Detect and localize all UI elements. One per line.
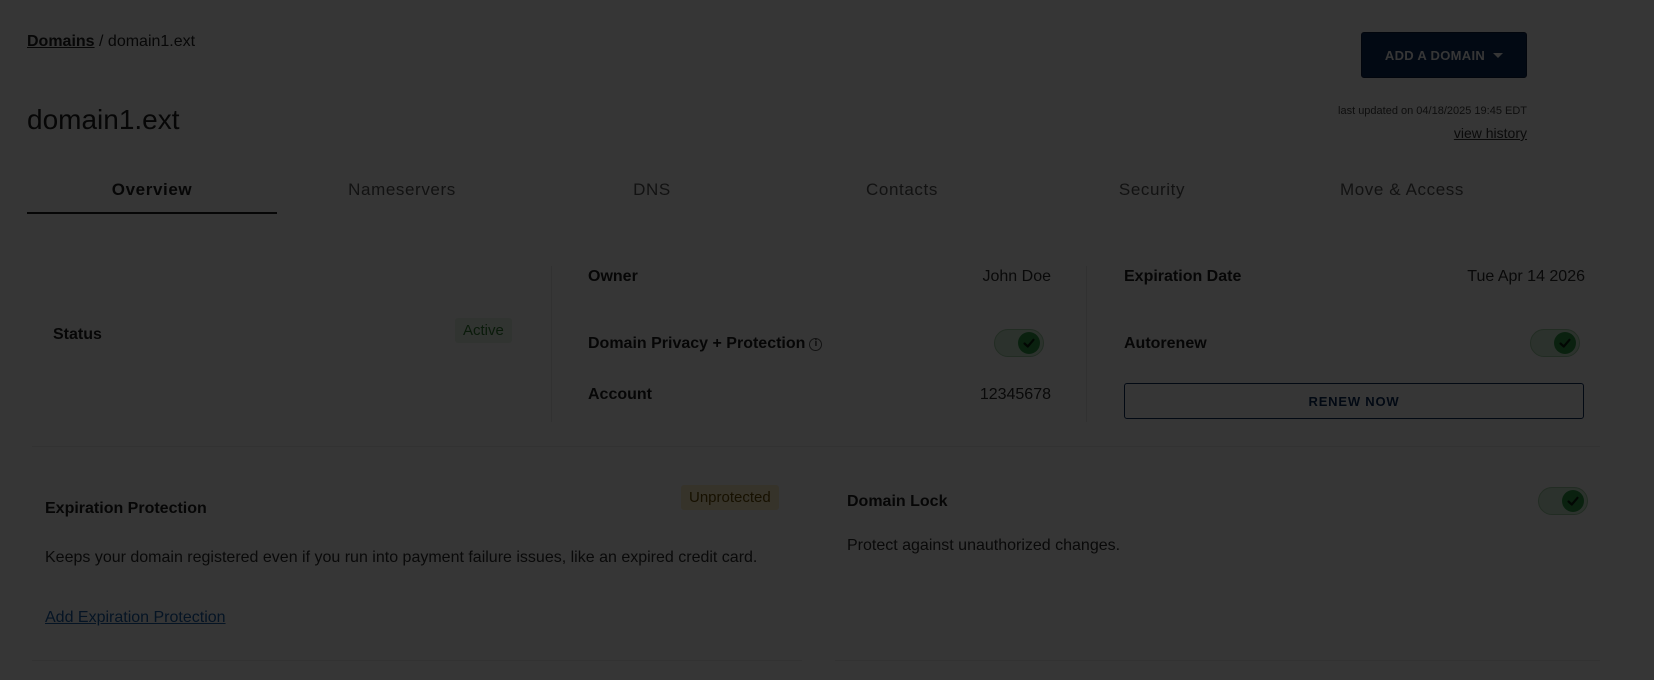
account-label: Account <box>588 386 652 403</box>
domain-overview-page: Domains / domain1.ext domain1.ext ADD A … <box>0 0 1654 680</box>
expiration-protection-description: Keeps your domain registered even if you… <box>45 549 758 566</box>
account-value: 12345678 <box>979 386 1051 403</box>
autorenew-label: Autorenew <box>1124 335 1207 352</box>
autorenew-toggle[interactable] <box>1530 329 1580 357</box>
tab-move-access[interactable]: Move & Access <box>1277 176 1527 214</box>
view-history-link[interactable]: view history <box>1454 125 1527 141</box>
page-title: domain1.ext <box>27 104 180 135</box>
status-value: Active <box>455 318 512 343</box>
privacy-label: Domain Privacy + Protection i <box>588 335 823 353</box>
info-icon[interactable]: i <box>809 337 823 351</box>
section-divider <box>32 660 802 661</box>
domain-lock-description: Protect against unauthorized changes. <box>847 537 1121 554</box>
tab-contacts[interactable]: Contacts <box>777 176 1027 214</box>
tab-security[interactable]: Security <box>1027 176 1277 214</box>
section-divider <box>32 446 1600 447</box>
renew-now-button[interactable]: RENEW NOW <box>1124 383 1584 419</box>
privacy-toggle[interactable] <box>994 329 1044 357</box>
column-divider <box>1086 266 1087 422</box>
breadcrumb: Domains / domain1.ext <box>27 33 195 51</box>
tab-nameservers[interactable]: Nameservers <box>277 176 527 214</box>
owner-label: Owner <box>588 268 638 285</box>
domain-lock-toggle[interactable] <box>1538 487 1588 515</box>
breadcrumb-domains-link[interactable]: Domains <box>27 33 95 50</box>
check-icon <box>1554 332 1576 354</box>
check-icon <box>1018 332 1040 354</box>
section-divider <box>835 660 1600 661</box>
chevron-down-icon <box>1493 52 1504 58</box>
owner-value: John Doe <box>982 268 1052 285</box>
expiration-protection-title: Expiration Protection <box>45 500 207 517</box>
unprotected-badge-text: Unprotected <box>681 485 779 510</box>
modal-backdrop <box>0 0 1654 680</box>
status-label: Status <box>53 326 102 343</box>
add-expiration-protection-link[interactable]: Add Expiration Protection <box>45 609 226 627</box>
domain-lock-title: Domain Lock <box>847 493 948 510</box>
last-updated-text: last updated on 04/18/2025 19:45 EDT <box>1338 105 1527 117</box>
column-divider <box>551 266 552 422</box>
status-badge: Active <box>455 318 512 343</box>
add-domain-label: ADD A DOMAIN <box>1384 47 1486 63</box>
add-domain-button[interactable]: ADD A DOMAIN <box>1361 32 1527 78</box>
breadcrumb-separator: / <box>94 33 108 50</box>
breadcrumb-current: domain1.ext <box>107 33 196 50</box>
expiration-date-label: Expiration Date <box>1124 268 1242 285</box>
tab-dns[interactable]: DNS <box>527 176 777 214</box>
unprotected-badge: Unprotected <box>681 485 779 510</box>
check-icon <box>1562 490 1584 512</box>
expiration-date-value: Tue Apr 14 2026 <box>1467 268 1585 285</box>
tab-overview[interactable]: Overview <box>27 176 277 214</box>
privacy-label-text: Domain Privacy + Protection <box>588 335 806 352</box>
tab-bar: Overview Nameservers DNS Contacts Securi… <box>27 176 1527 214</box>
